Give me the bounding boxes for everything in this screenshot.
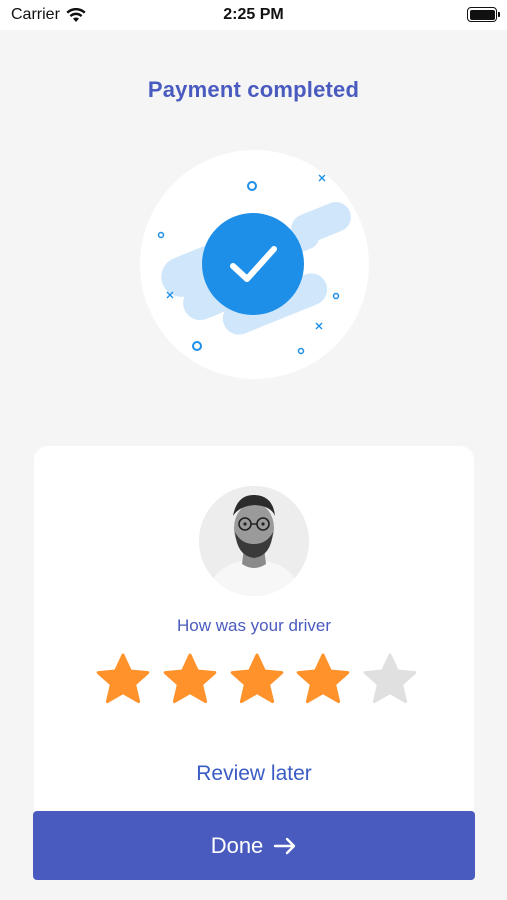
driver-avatar — [199, 486, 309, 596]
driver-rating-card: How was your driver Review later — [34, 446, 474, 826]
rating-question: How was your driver — [177, 616, 331, 635]
done-button-label: Done — [210, 832, 264, 858]
star-icon[interactable] — [161, 651, 219, 709]
battery-icon — [467, 7, 500, 22]
page-title: Payment completed — [147, 77, 360, 102]
star-icon[interactable] — [361, 651, 419, 709]
star-icon[interactable] — [228, 651, 286, 709]
arrow-right-icon — [274, 837, 296, 854]
payment-success-illustration — [140, 150, 369, 379]
status-bar: Carrier 2:25 PM — [0, 0, 507, 30]
clock: 2:25 PM — [223, 6, 284, 23]
done-button[interactable]: Done — [33, 811, 475, 880]
star-rating[interactable] — [94, 651, 419, 709]
avatar-image — [199, 486, 309, 596]
star-icon[interactable] — [94, 651, 152, 709]
checkmark-icon — [202, 213, 304, 315]
star-icon[interactable] — [294, 651, 352, 709]
review-later-link[interactable]: Review later — [34, 762, 474, 786]
battery-level — [469, 9, 495, 20]
